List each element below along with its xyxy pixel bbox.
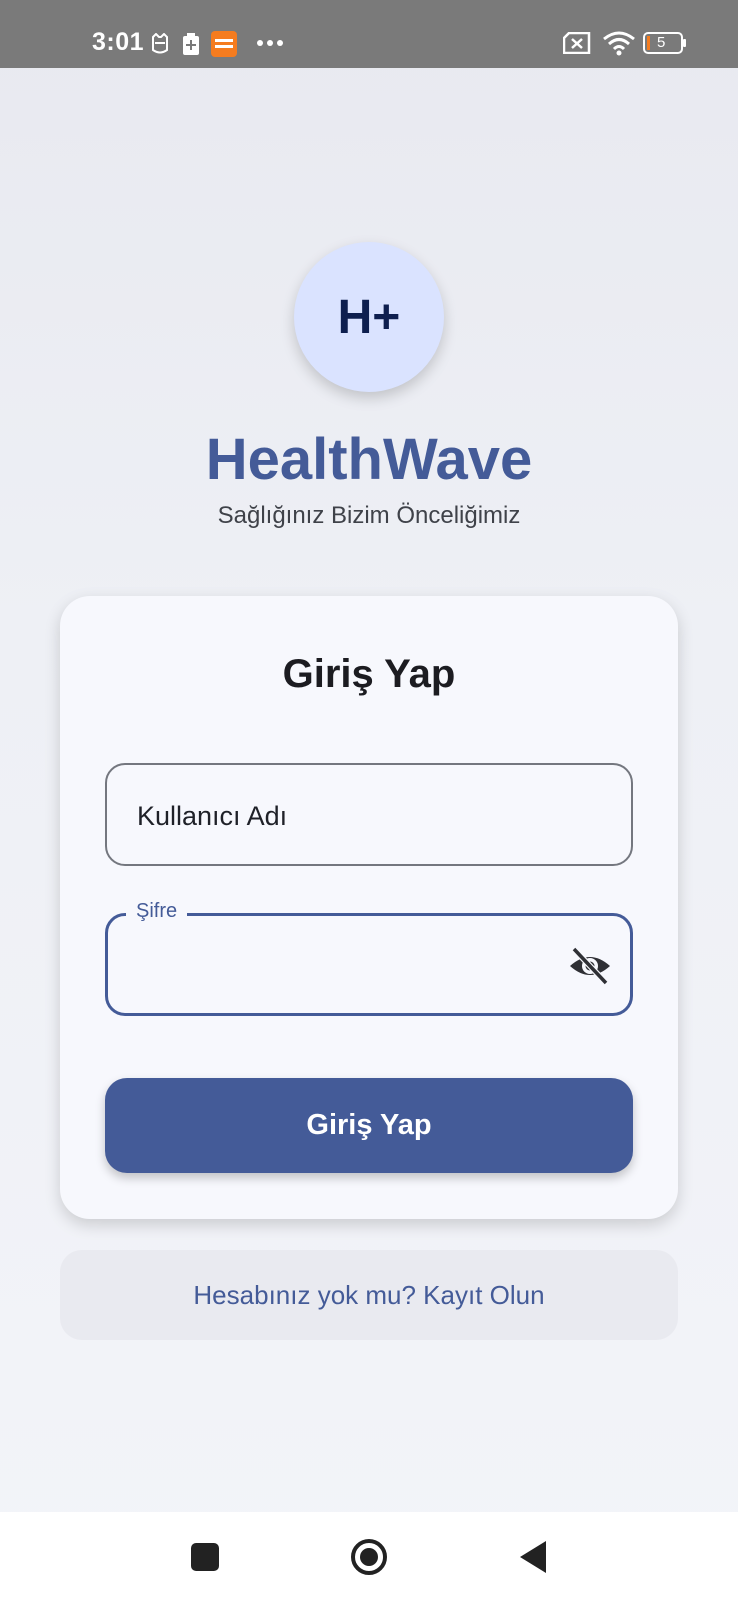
home-circle-icon[interactable] [350, 1538, 388, 1576]
status-time: 3:01 [92, 28, 145, 56]
battery-icon: 5 [643, 32, 687, 54]
password-label: Şifre [126, 900, 188, 923]
app-name: HealthWave [205, 427, 533, 492]
battery-level: 5 [657, 34, 666, 51]
logo-text: H+ [337, 290, 401, 344]
temu-app-icon [211, 31, 237, 57]
username-placeholder: Kullanıcı Adı [137, 801, 288, 831]
more-dots-icon [257, 40, 283, 46]
recents-square-icon[interactable] [190, 1542, 220, 1572]
password-field[interactable]: Şifre [105, 900, 633, 1016]
app-logo: H+ [294, 242, 444, 392]
battery-saver-icon [183, 33, 199, 55]
sim-error-icon [563, 32, 591, 54]
register-link[interactable]: Hesabınız yok mu? Kayıt Olun [193, 1280, 544, 1311]
cat-notification-icon [152, 33, 168, 54]
username-field[interactable]: Kullanıcı Adı [105, 763, 633, 866]
wifi-icon [603, 31, 635, 56]
login-title: Giriş Yap [282, 652, 456, 696]
status-bar: 3:01 5 [0, 0, 738, 68]
register-box[interactable]: Hesabınız yok mu? Kayıt Olun [60, 1250, 678, 1340]
eye-off-icon[interactable] [568, 946, 612, 986]
app-tagline: Sağlığınız Bizim Önceliğimiz [217, 502, 521, 529]
navigation-bar [0, 1512, 738, 1600]
back-triangle-icon[interactable] [518, 1540, 548, 1574]
login-button[interactable]: Giriş Yap [105, 1078, 633, 1173]
